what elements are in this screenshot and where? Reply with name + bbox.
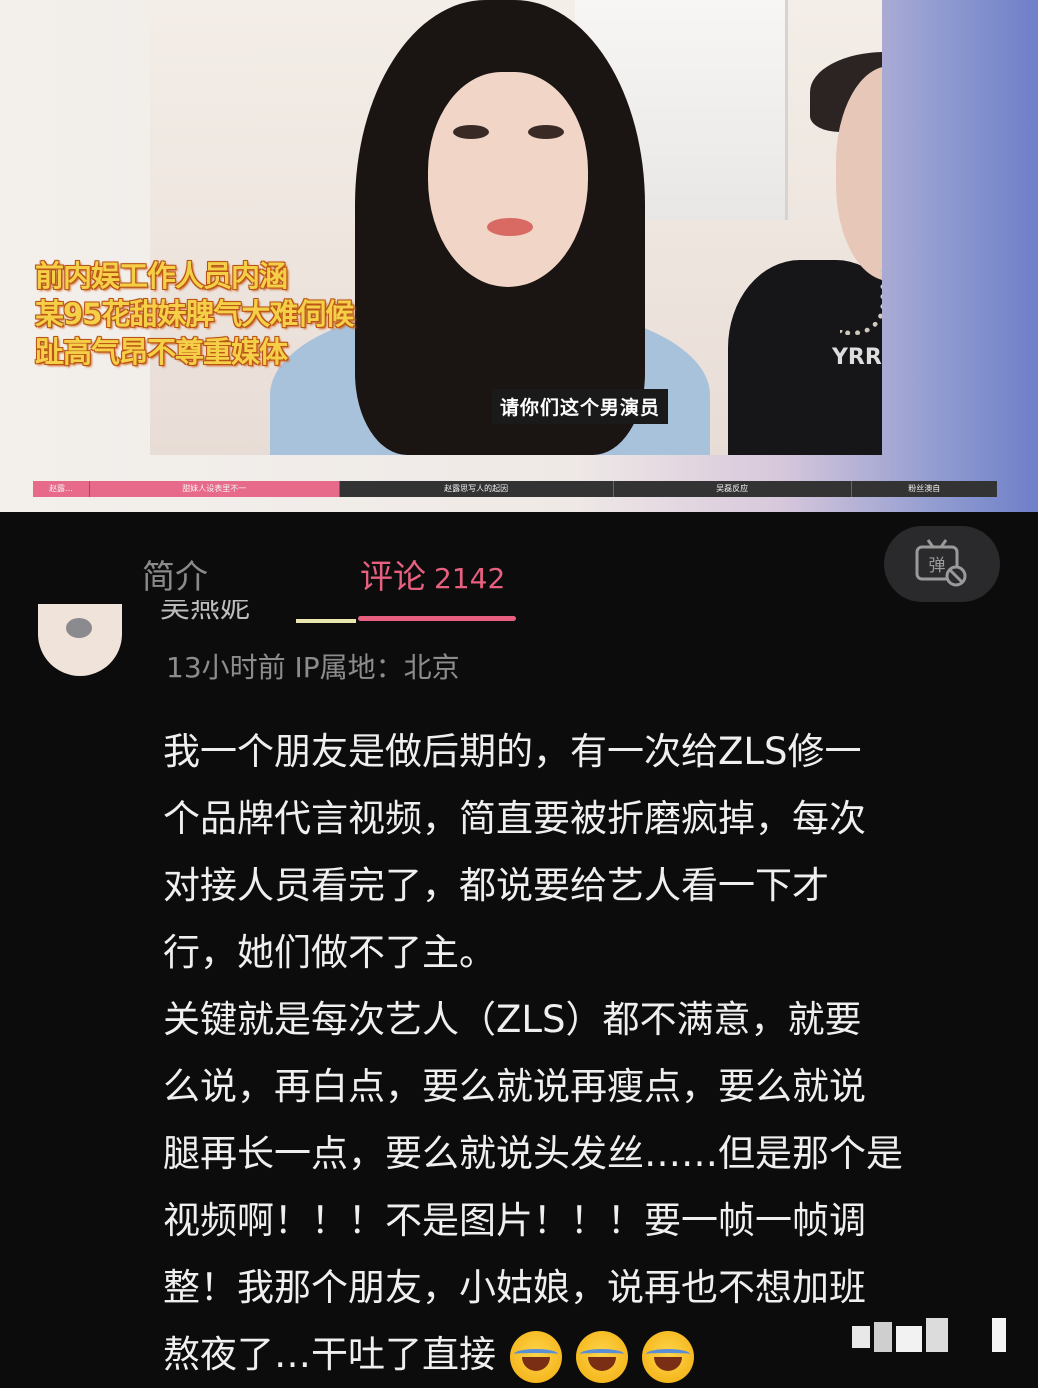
- comment-line: 熬夜了…干吐了直接: [163, 1333, 496, 1376]
- woman-lips: [487, 218, 533, 236]
- watermark-block: [926, 1318, 948, 1352]
- necklace: [840, 270, 882, 335]
- comment-line: 视频啊！！！不是图片！！！要一帧一帧调: [163, 1199, 866, 1242]
- overlay-caption-line-1: 前内娱工作人员内涵: [35, 259, 288, 293]
- comment-line: 关键就是每次艺人（ZLS）都不满意，就要: [163, 998, 862, 1041]
- video-frame[interactable]: YRR: [150, 0, 882, 455]
- comment-line: 整！我那个朋友，小姑娘，说再也不想加班: [163, 1266, 866, 1309]
- video-player[interactable]: YRR 前内娱工作人员内涵 某95花甜妹脾气大难伺候 趾高气昂不尊重媒体 请你们…: [0, 0, 1038, 512]
- comment-line: 个品牌代言视频，简直要被折磨疯掉，每次: [163, 797, 866, 840]
- avatar-figure: [66, 618, 92, 638]
- tab-bar: 简介 评论 2142: [0, 512, 1038, 622]
- overlay-caption-line-3: 趾高气昂不尊重媒体: [35, 335, 288, 369]
- comment-line: 对接人员看完了，都说要给艺人看一下才: [163, 864, 829, 907]
- tab-intro[interactable]: 简介: [142, 550, 208, 598]
- watermark-block: [852, 1326, 870, 1348]
- comment-line: 么说，再白点，要么就说再瘦点，要么就说: [163, 1065, 866, 1108]
- comment-count: 2142: [434, 562, 506, 595]
- avatar[interactable]: [38, 604, 122, 676]
- user-badge: [296, 619, 356, 623]
- tab-comments[interactable]: 评论 2142: [360, 550, 505, 598]
- comment-line: 行，她们做不了主。: [163, 931, 496, 974]
- tab-comments-label: 评论: [360, 557, 426, 596]
- comment-line: 我一个朋友是做后期的，有一次给ZLS修一: [163, 730, 862, 773]
- chapter-segment[interactable]: 吴磊反应: [614, 481, 852, 497]
- chapter-segment[interactable]: 甜妹人设表里不一: [89, 481, 340, 497]
- watermark-block: [992, 1318, 1006, 1352]
- comment-meta: 13小时前 IP属地：北京: [166, 651, 460, 684]
- crying-laughing-emoji-icon: [642, 1330, 694, 1383]
- pixelated-watermark: [852, 1318, 1012, 1356]
- woman-eye: [528, 125, 564, 139]
- comment-line: 腿再长一点，要么就说头发丝……但是那个是: [163, 1132, 903, 1175]
- danmaku-glyph: 弹: [929, 556, 946, 576]
- chapter-segment[interactable]: 粉丝澳自: [852, 481, 997, 497]
- crying-laughing-emoji-icon: [576, 1330, 628, 1383]
- woman-eye: [453, 125, 489, 139]
- overlay-caption-line-2: 某95花甜妹脾气大难伺候: [35, 297, 354, 331]
- chapter-segment[interactable]: 赵露...: [33, 481, 90, 497]
- crying-laughing-emoji-icon: [510, 1330, 562, 1383]
- shirt-logo: YRR: [832, 345, 882, 370]
- danmaku-toggle-button[interactable]: 弹: [884, 526, 1000, 602]
- danmaku-toggle-icon: 弹: [915, 539, 967, 587]
- video-subtitle: 请你们这个男演员: [492, 389, 669, 424]
- comment-body: 我一个朋友是做后期的，有一次给ZLS修一 个品牌代言视频，简直要被折磨疯掉，每次…: [163, 718, 1013, 1388]
- woman-face: [428, 72, 588, 287]
- chapter-segment[interactable]: 赵露思写人的起因: [340, 481, 614, 497]
- active-tab-indicator: [358, 616, 516, 621]
- watermark-block: [896, 1326, 922, 1352]
- chapter-progress-bar[interactable]: 赵露... 甜妹人设表里不一 赵露思写人的起因 吴磊反应 粉丝澳自: [33, 481, 997, 497]
- watermark-block: [874, 1322, 892, 1352]
